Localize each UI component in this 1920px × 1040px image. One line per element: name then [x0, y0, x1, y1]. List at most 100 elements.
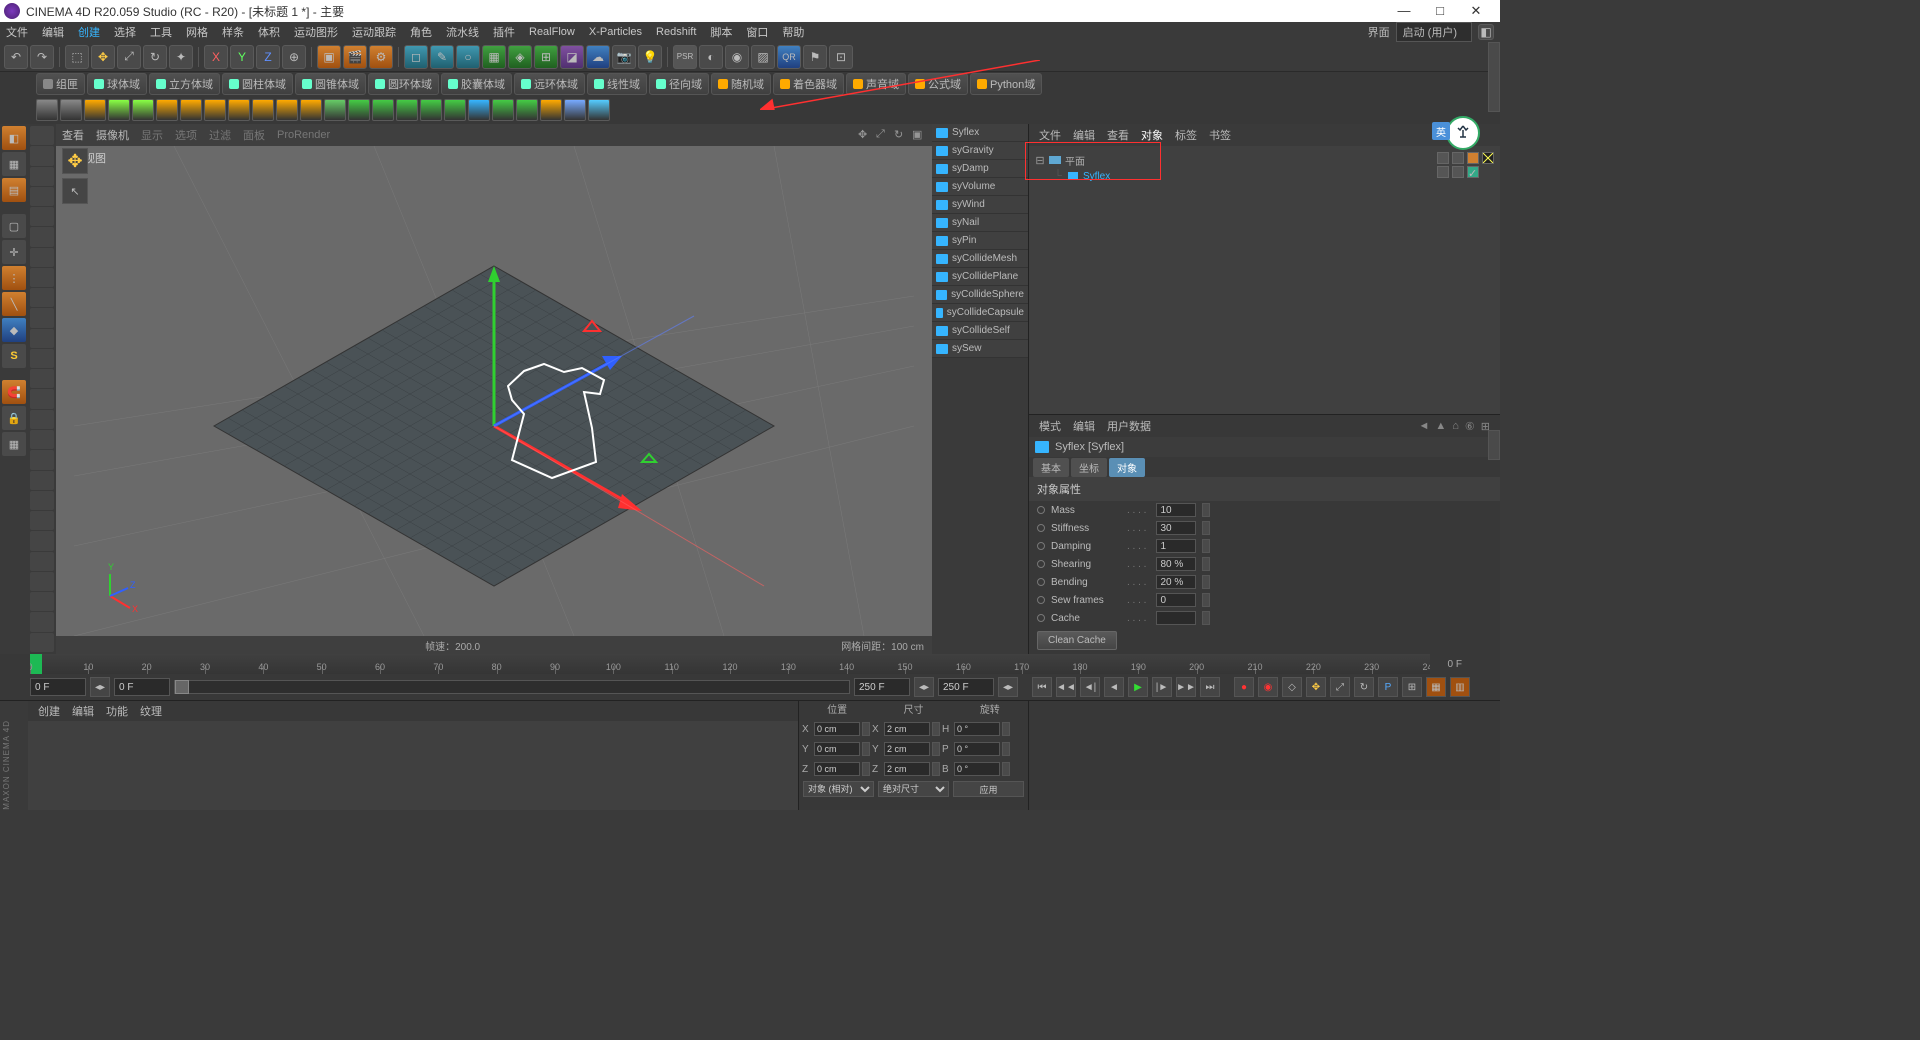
mat-tab-功能[interactable]: 功能 — [106, 703, 128, 719]
snap-toggle[interactable]: 🧲 — [2, 380, 26, 404]
render-settings-button[interactable]: ⚙ — [369, 45, 393, 69]
redo-button[interactable]: ↷ — [30, 45, 54, 69]
menu-插件[interactable]: 插件 — [493, 24, 515, 40]
layout-select[interactable]: 启动 (用户) — [1396, 22, 1472, 42]
vp-menu-选项[interactable]: 选项 — [175, 127, 197, 143]
field-球体域[interactable]: 球体域 — [87, 73, 147, 95]
attr-input-Damping[interactable] — [1156, 539, 1196, 553]
attr-subtab-坐标[interactable]: 坐标 — [1071, 458, 1107, 477]
syflex-cmd-syPin[interactable]: syPin — [932, 232, 1028, 250]
menu-样条[interactable]: 样条 — [222, 24, 244, 40]
syflex-cmd-syVolume[interactable]: syVolume — [932, 178, 1028, 196]
attr-nav-back-icon[interactable]: ◄ — [1418, 420, 1429, 433]
snap-opt-10[interactable] — [30, 329, 54, 348]
mat-tab-编辑[interactable]: 编辑 — [72, 703, 94, 719]
menu-工具[interactable]: 工具 — [150, 24, 172, 40]
layout-lock-icon[interactable]: ◧ — [1478, 24, 1494, 40]
maximize-button[interactable]: □ — [1428, 3, 1452, 19]
spline-pen-button[interactable]: ✎ — [430, 45, 454, 69]
autokey-button[interactable]: ◉ — [1258, 677, 1278, 697]
clean-cache-button[interactable]: Clean Cache — [1037, 631, 1117, 650]
spinner[interactable] — [1202, 521, 1210, 535]
snap-opt-8[interactable] — [30, 288, 54, 307]
spinner[interactable] — [1202, 611, 1210, 625]
coord-apply-button[interactable]: 应用 — [953, 781, 1024, 797]
deformer-button[interactable]: ◪ — [560, 45, 584, 69]
menu-运动图形[interactable]: 运动图形 — [294, 24, 338, 40]
axis-x-toggle[interactable]: X — [204, 45, 228, 69]
play-button[interactable]: ▶ — [1128, 677, 1148, 697]
field-远环体域[interactable]: 远环体域 — [514, 73, 585, 95]
om-tab-查看[interactable]: 查看 — [1107, 127, 1129, 143]
snap-opt-25[interactable] — [30, 633, 54, 652]
spinner[interactable] — [1202, 503, 1210, 517]
mode-axis[interactable]: ✛ — [2, 240, 26, 264]
keyframe-dot[interactable] — [1037, 542, 1045, 550]
last-tool[interactable]: ✦ — [169, 45, 193, 69]
syflex-cmd-syCollideCapsule[interactable]: syCollideCapsule — [932, 304, 1028, 322]
mograph-tool-9[interactable] — [252, 99, 274, 121]
vis-editor-tag[interactable] — [1437, 152, 1449, 164]
mode-edge[interactable]: ╲ — [2, 292, 26, 316]
key-param-button[interactable]: P — [1378, 677, 1398, 697]
attr-nav-a-icon[interactable]: ⑥ — [1465, 420, 1475, 433]
right-drawer-handle-mid[interactable] — [1488, 430, 1500, 460]
attr-input-Shearing[interactable] — [1156, 557, 1196, 571]
syflex-cmd-syDamp[interactable]: syDamp — [932, 160, 1028, 178]
coord-Y-pos[interactable] — [814, 742, 860, 756]
timeline[interactable]: 0102030405060708090100110120130140150160… — [0, 654, 1500, 674]
snap-opt-7[interactable] — [30, 268, 54, 287]
key-pla-button[interactable]: ⊞ — [1402, 677, 1422, 697]
mograph-tool-13[interactable] — [348, 99, 370, 121]
viewport-perspective[interactable]: 透视视图 — [56, 146, 932, 636]
coord-Z-pos[interactable] — [814, 762, 860, 776]
timeline-mode-b[interactable]: ▥ — [1450, 677, 1470, 697]
range-start-spin[interactable]: ◂▸ — [90, 677, 110, 697]
menu-窗口[interactable]: 窗口 — [746, 24, 768, 40]
undo-button[interactable]: ↶ — [4, 45, 28, 69]
keyframe-dot[interactable] — [1037, 614, 1045, 622]
mograph-tool-21[interactable] — [540, 99, 562, 121]
coord-X-size[interactable] — [884, 722, 930, 736]
field-胶囊体域[interactable]: 胶囊体域 — [441, 73, 512, 95]
vp-menu-查看[interactable]: 查看 — [62, 127, 84, 143]
syflex-cmd-syCollideSelf[interactable]: syCollideSelf — [932, 322, 1028, 340]
close-button[interactable]: ✕ — [1464, 3, 1488, 19]
syflex-cmd-syGravity[interactable]: syGravity — [932, 142, 1028, 160]
field-立方体域[interactable]: 立方体域 — [149, 73, 220, 95]
mograph-tool-22[interactable] — [564, 99, 586, 121]
field-圆环体域[interactable]: 圆环体域 — [368, 73, 439, 95]
attr-input-Sew frames[interactable] — [1156, 593, 1196, 607]
snap-opt-3[interactable] — [30, 187, 54, 206]
scale-tool[interactable]: ⤢ — [117, 45, 141, 69]
attr-input-Mass[interactable] — [1156, 503, 1196, 517]
keyframe-dot[interactable] — [1037, 578, 1045, 586]
snap-opt-1[interactable] — [30, 146, 54, 165]
vp-zoom-icon[interactable]: ⤢ — [876, 128, 890, 142]
syflex-cmd-syNail[interactable]: syNail — [932, 214, 1028, 232]
vp-menu-显示[interactable]: 显示 — [141, 127, 163, 143]
spinner[interactable] — [1202, 557, 1210, 571]
field-径向域[interactable]: 径向域 — [649, 73, 709, 95]
menu-创建[interactable]: 创建 — [78, 24, 100, 40]
render-view-button[interactable]: ▣ — [317, 45, 341, 69]
move-tool[interactable]: ✥ — [91, 45, 115, 69]
attr-nav-up-icon[interactable]: ⌂ — [1452, 420, 1459, 433]
menu-角色[interactable]: 角色 — [410, 24, 432, 40]
go-start-button[interactable]: ⏮ — [1032, 677, 1052, 697]
mograph-tool-17[interactable] — [444, 99, 466, 121]
attr-tab-用户数据[interactable]: 用户数据 — [1107, 418, 1151, 434]
prev-key-button[interactable]: ◄| — [1080, 677, 1100, 697]
camera-button[interactable]: 📷 — [612, 45, 636, 69]
coord-mode-select[interactable]: 对象 (相对) — [803, 781, 874, 797]
go-end-button[interactable]: ⏭ — [1200, 677, 1220, 697]
array-button[interactable]: ⊞ — [534, 45, 558, 69]
active-move-tool[interactable]: ✥ — [62, 148, 88, 174]
mograph-tool-2[interactable] — [84, 99, 106, 121]
enable-tag[interactable]: ✓ — [1467, 166, 1479, 178]
current-frame-input[interactable] — [114, 678, 170, 696]
snap-opt-21[interactable] — [30, 552, 54, 571]
field-圆锥体域[interactable]: 圆锥体域 — [295, 73, 366, 95]
mograph-tool-14[interactable] — [372, 99, 394, 121]
timeline-mode-a[interactable]: ▦ — [1426, 677, 1446, 697]
